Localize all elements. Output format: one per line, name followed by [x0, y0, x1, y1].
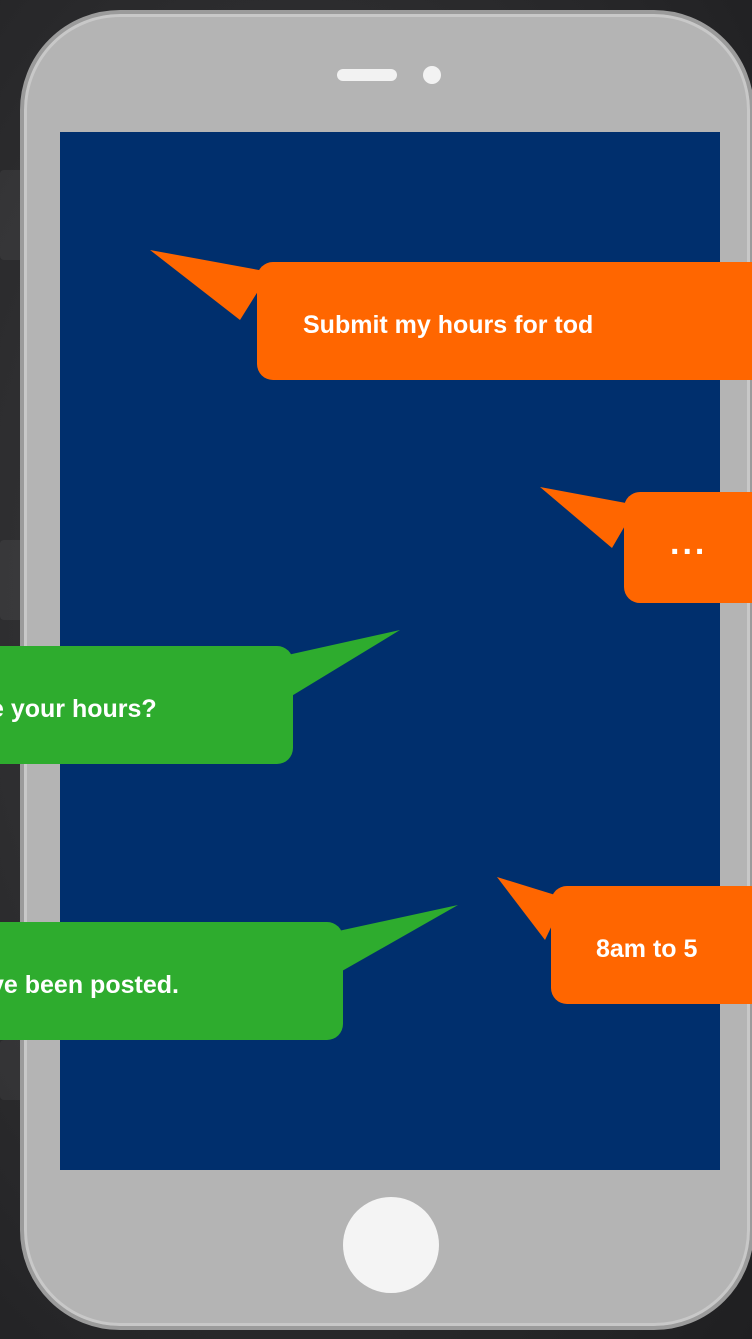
message-text: 8am to 5: [596, 934, 698, 963]
chat-bubble-user: 8am to 5: [551, 886, 752, 1004]
background: Submit my hours for tod ... e your hours…: [0, 0, 752, 1339]
message-text: Submit my hours for tod: [303, 310, 594, 339]
typing-bubble-user: ...: [624, 492, 752, 603]
message-text: ve been posted.: [0, 970, 179, 999]
bubble-tail-2: [540, 487, 637, 548]
chat-bubble-user: Submit my hours for tod: [257, 262, 752, 380]
bubble-tail-1: [150, 250, 270, 320]
message-text: e your hours?: [0, 694, 157, 723]
chat-bubble-bot: e your hours?: [0, 646, 293, 764]
typing-indicator: ...: [670, 524, 708, 562]
chat-bubble-bot: ve been posted.: [0, 922, 343, 1040]
